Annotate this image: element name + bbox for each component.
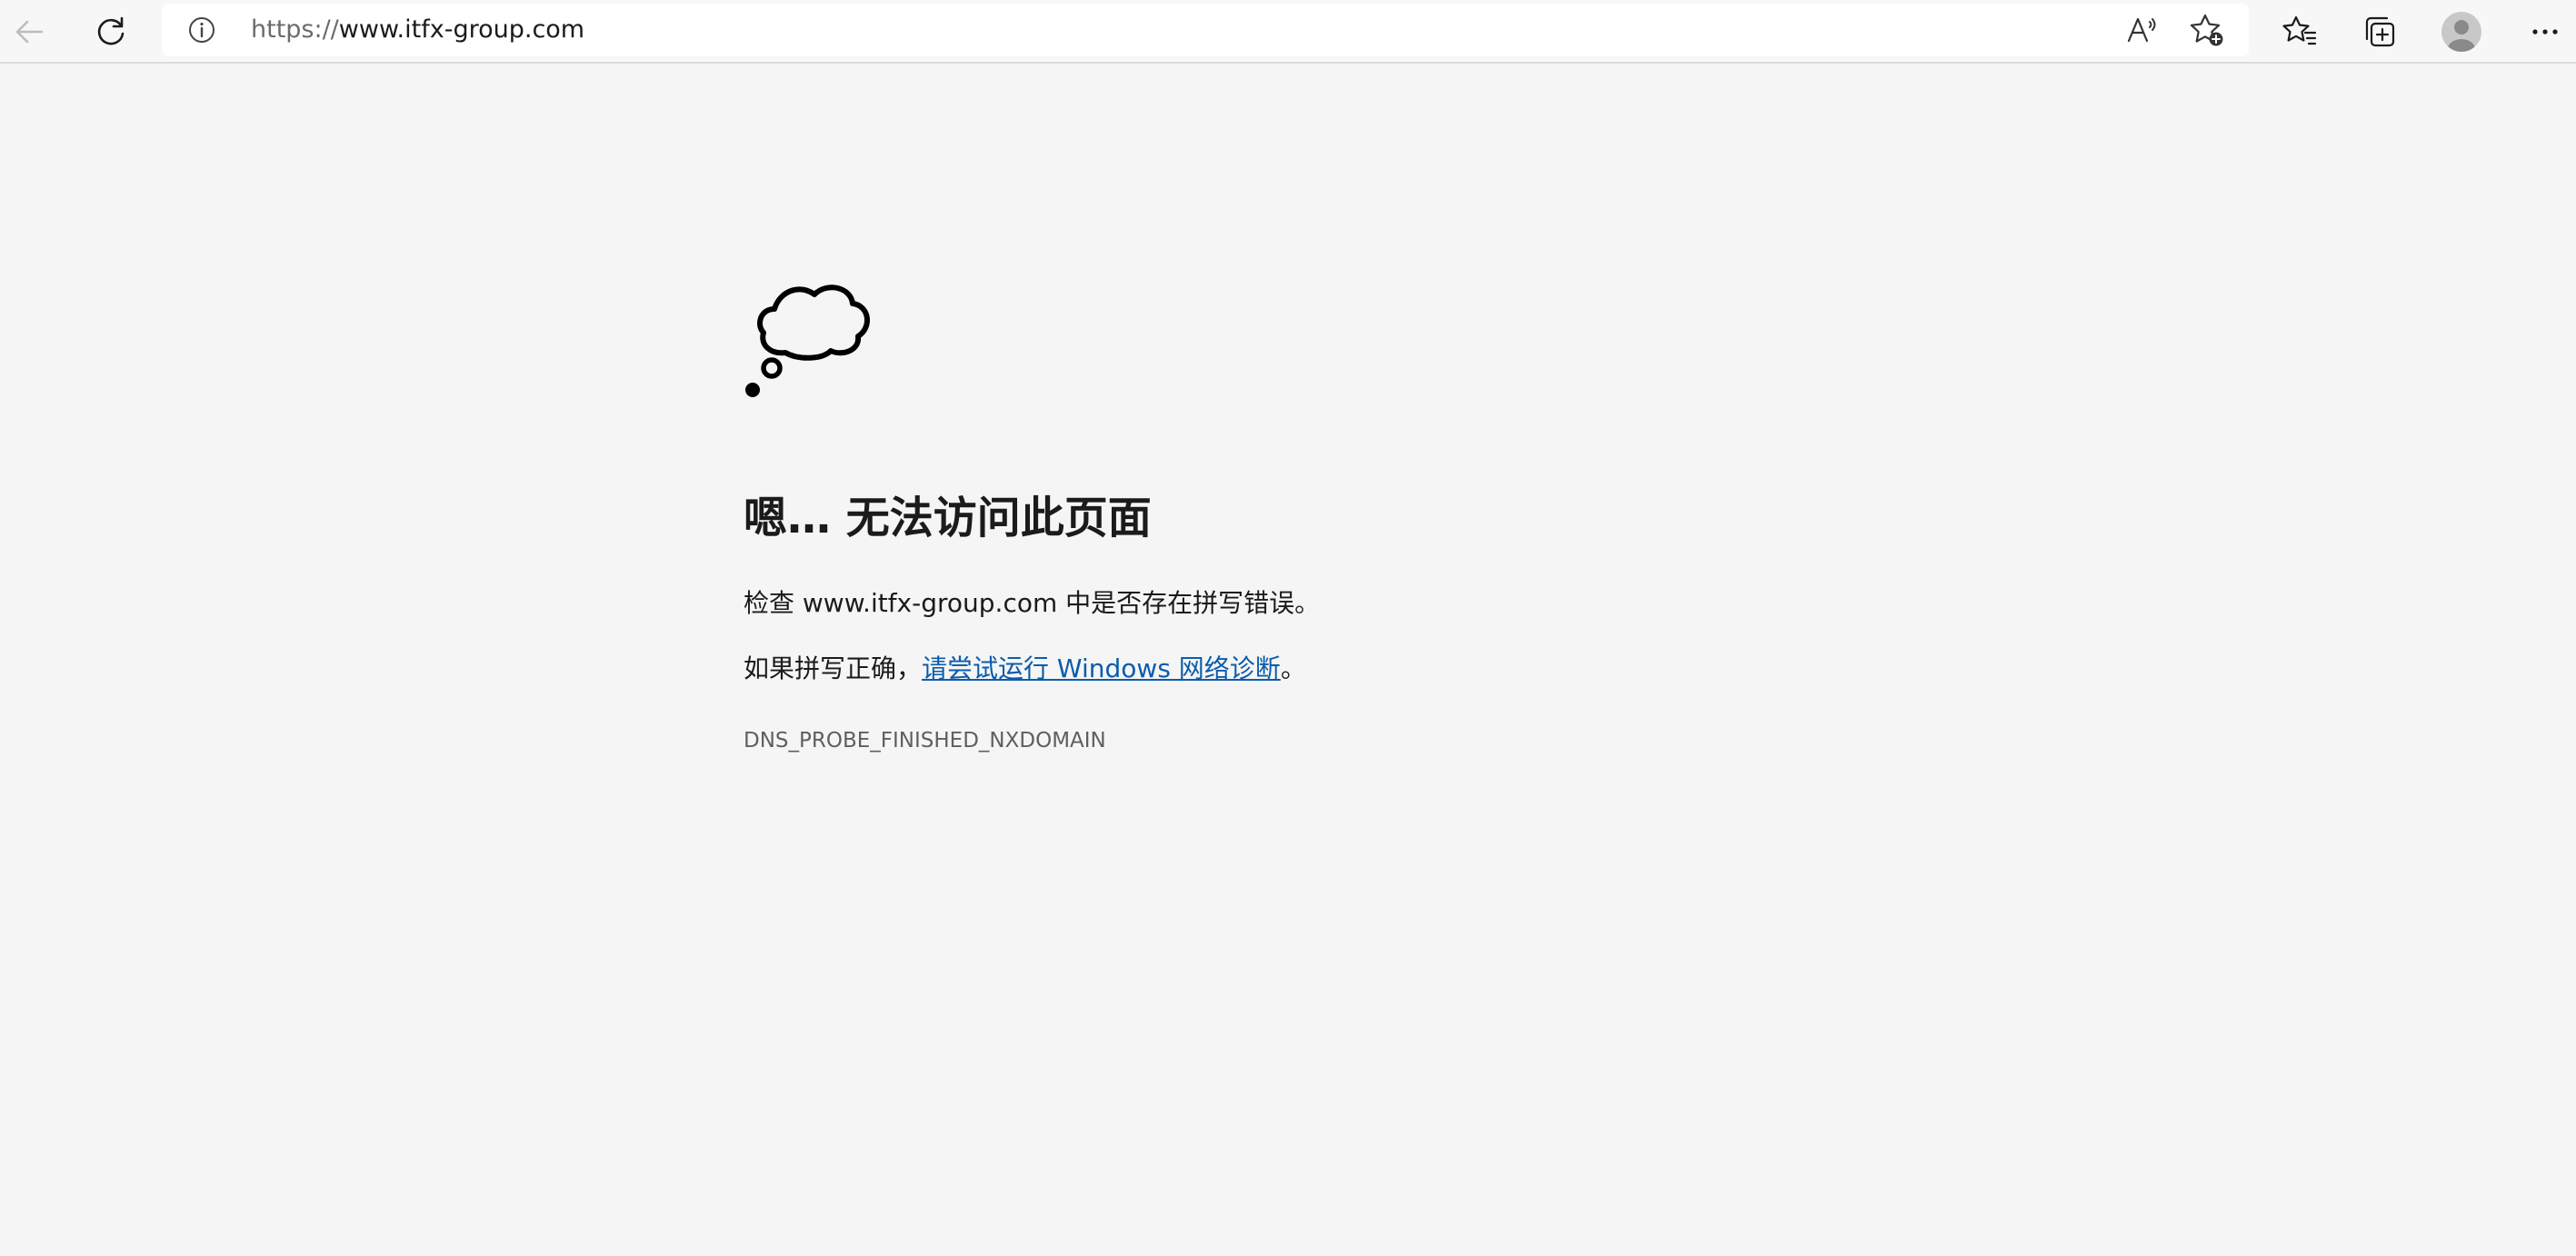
url-text[interactable]: https://www.itfx-group.com xyxy=(251,4,584,56)
network-diagnostics-link[interactable]: 请尝试运行 Windows 网络诊断 xyxy=(922,653,1281,683)
thought-cloud-icon xyxy=(745,284,870,397)
profile-button[interactable] xyxy=(2436,6,2487,57)
favorites-icon xyxy=(2282,15,2317,45)
info-icon xyxy=(189,17,215,43)
check-domain: www.itfx-group.com xyxy=(802,588,1058,618)
collections-icon xyxy=(2365,16,2395,47)
more-menu-icon xyxy=(2532,29,2558,35)
browser-toolbar: https://www.itfx-group.com xyxy=(0,0,2576,64)
add-favorite-icon xyxy=(2190,14,2223,46)
diagnostics-text: 如果拼写正确，请尝试运行 Windows 网络诊断。 xyxy=(744,649,1306,685)
refresh-button[interactable] xyxy=(85,6,136,57)
url-protocol: https:// xyxy=(251,15,339,44)
read-aloud-icon xyxy=(2127,17,2156,43)
error-heading: 嗯… 无法访问此页面 xyxy=(744,493,1152,543)
profile-avatar-icon xyxy=(2441,12,2481,52)
refresh-icon xyxy=(97,16,125,45)
read-aloud-button[interactable] xyxy=(2120,8,2163,52)
spelling-check-text: 检查 www.itfx-group.com 中是否存在拼写错误。 xyxy=(744,583,1320,620)
error-code: DNS_PROBE_FINISHED_NXDOMAIN xyxy=(744,729,1106,753)
collections-button[interactable] xyxy=(2354,6,2405,57)
address-bar[interactable]: https://www.itfx-group.com xyxy=(162,4,2249,56)
site-info-button[interactable] xyxy=(187,15,216,45)
more-menu-button[interactable] xyxy=(2520,6,2571,57)
favorites-button[interactable] xyxy=(2274,6,2325,57)
check-text-after: 中是否存在拼写错误。 xyxy=(1057,588,1321,618)
add-favorite-button[interactable] xyxy=(2185,8,2229,52)
check-text-before: 检查 xyxy=(744,588,803,618)
back-arrow-icon xyxy=(15,20,44,44)
spelling-correct-text: 如果拼写正确， xyxy=(744,653,923,683)
diagnostics-text-end: 。 xyxy=(1280,653,1306,683)
url-host: www.itfx-group.com xyxy=(338,15,585,44)
back-button[interactable] xyxy=(4,6,55,57)
